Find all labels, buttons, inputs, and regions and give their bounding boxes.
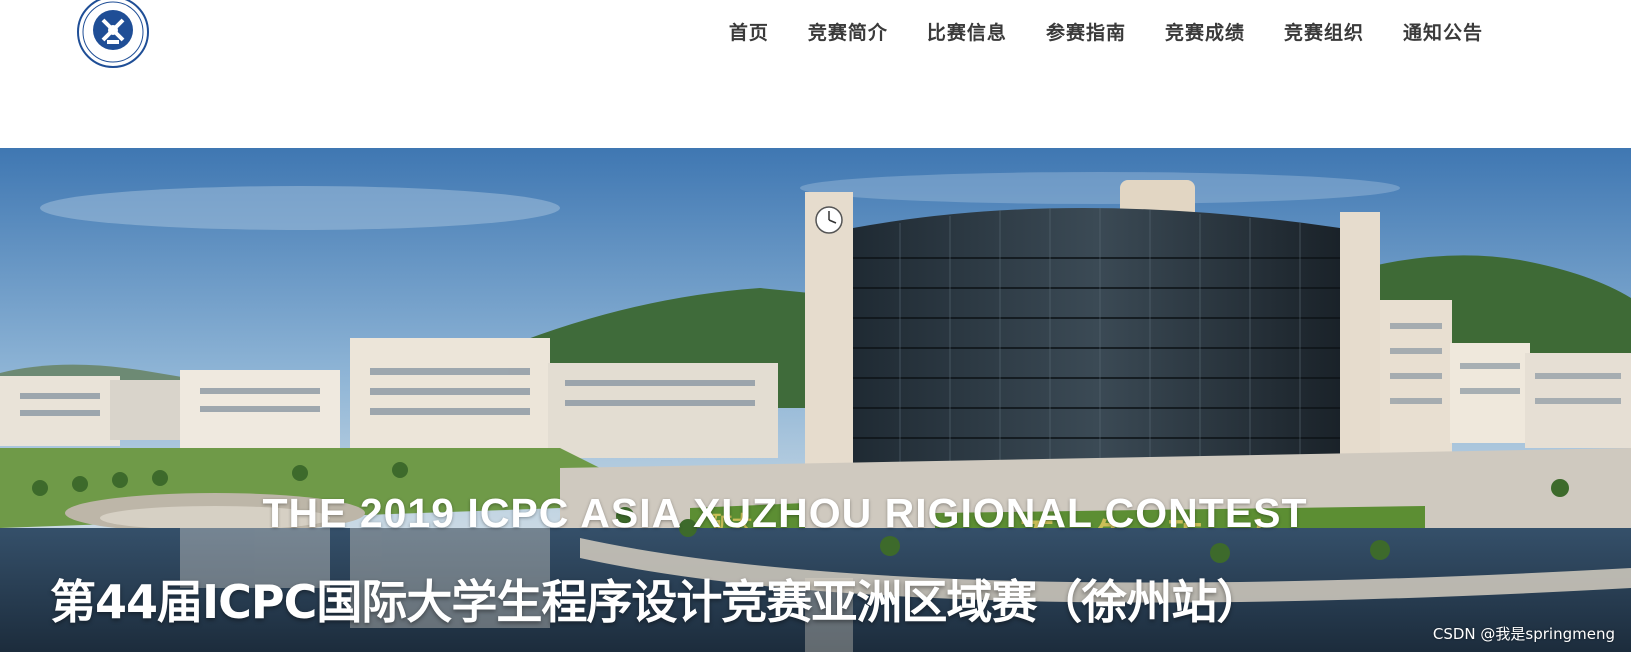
nav-contest-info[interactable]: 比赛信息 bbox=[927, 18, 1007, 45]
hero-title-zh: 第44届ICPC国际大学生程序设计竞赛亚洲区域赛（徐州站） bbox=[50, 575, 1262, 629]
nav-organization[interactable]: 竞赛组织 bbox=[1284, 18, 1364, 45]
nav-results[interactable]: 竞赛成绩 bbox=[1165, 18, 1245, 45]
main-nav: 首页 竞赛简介 比赛信息 参赛指南 竞赛成绩 竞赛组织 通知公告 bbox=[729, 18, 1483, 45]
nav-notices[interactable]: 通知公告 bbox=[1403, 18, 1483, 45]
hero-banner: 矿大 百年矿大 THE 2019 ICPC ASIA XUZHOU RIGION… bbox=[0, 148, 1631, 652]
nav-home[interactable]: 首页 bbox=[729, 18, 769, 45]
university-logo[interactable] bbox=[74, 0, 152, 70]
site-header: 首页 竞赛简介 比赛信息 参赛指南 竞赛成绩 竞赛组织 通知公告 bbox=[0, 0, 1631, 148]
nav-contest-intro[interactable]: 竞赛简介 bbox=[808, 18, 888, 45]
csdn-watermark: CSDN @我是springmeng bbox=[1432, 625, 1615, 643]
hero-title-en: THE 2019 ICPC ASIA XUZHOU RIGIONAL CONTE… bbox=[262, 490, 1308, 536]
nav-guide[interactable]: 参赛指南 bbox=[1046, 18, 1126, 45]
